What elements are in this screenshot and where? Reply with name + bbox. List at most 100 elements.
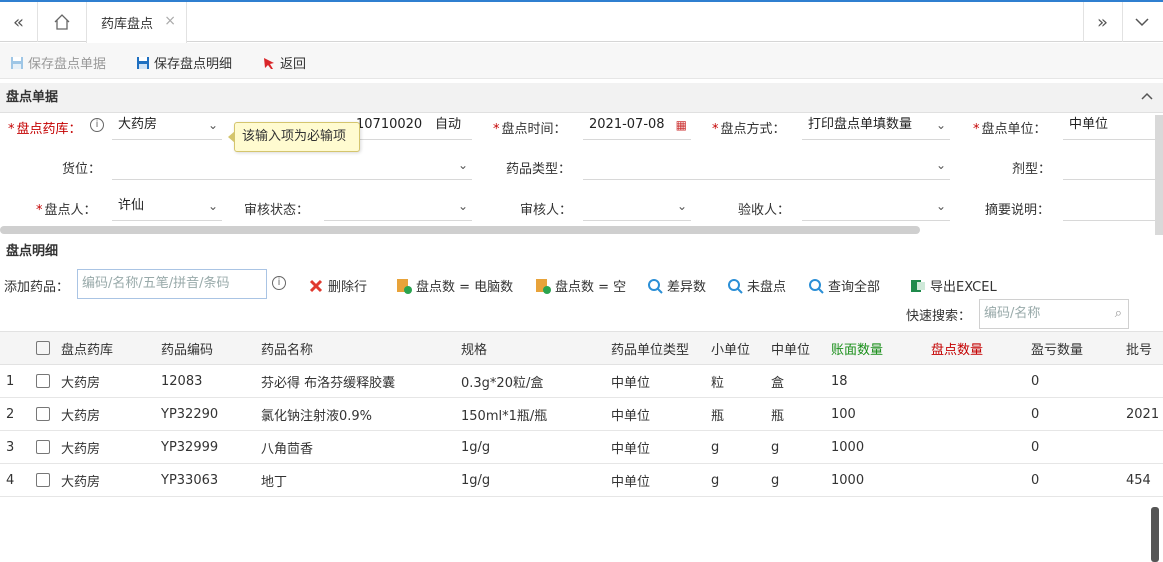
info-icon[interactable]: i <box>90 118 104 132</box>
table-row[interactable]: 4 大药房 YP33063 地丁 1g/g 中单位 g g 1000 0 454 <box>0 463 1163 497</box>
cell-mid-unit: 瓶 <box>765 397 825 431</box>
drug-type-label: 药品类型： <box>506 162 572 177</box>
cell-warehouse: 大药房 <box>55 397 155 431</box>
col-count-qty[interactable]: 盘点数量 <box>925 331 1025 365</box>
cell-count-qty[interactable] <box>925 430 1025 464</box>
receiver-select[interactable]: ⌄ <box>802 193 950 221</box>
collapse-chevron-up-icon[interactable] <box>1141 83 1153 113</box>
time-label: * 盘点时间： <box>493 122 567 137</box>
warehouse-label: * 盘点药库： <box>8 122 82 137</box>
cell-diff-qty: 0 <box>1025 397 1120 431</box>
back-button[interactable]: 返回 <box>262 53 306 72</box>
chevron-down-icon[interactable] <box>1123 2 1160 42</box>
col-warehouse[interactable]: 盘点药库 <box>55 331 155 365</box>
close-icon[interactable]: × <box>164 13 176 29</box>
person-value: 许仙 <box>118 198 145 213</box>
col-mid-unit[interactable]: 中单位 <box>765 331 825 365</box>
add-drug-input[interactable]: 编码/名称/五笔/拼音/条码 <box>77 269 267 299</box>
method-select[interactable]: 打印盘点单填数量 ⌄ <box>802 112 950 140</box>
info-icon[interactable]: i <box>272 276 286 290</box>
time-input[interactable]: 2021-07-08 ▦ <box>583 112 691 140</box>
table-row[interactable]: 3 大药房 YP32999 八角茴香 1g/g 中单位 g g 1000 0 <box>0 430 1163 464</box>
cell-count-qty[interactable] <box>925 397 1025 431</box>
unit-label: * 盘点单位： <box>973 122 1047 137</box>
warehouse-select[interactable]: 大药房 ⌄ <box>112 112 222 140</box>
auditor-select[interactable]: ⌄ <box>583 193 691 221</box>
method-label: * 盘点方式： <box>712 122 786 137</box>
bill-section-header: 盘点单据 <box>0 83 1163 113</box>
not-counted-button[interactable]: 未盘点 <box>727 276 786 295</box>
cell-count-qty[interactable] <box>925 463 1025 497</box>
person-select[interactable]: 许仙 ⌄ <box>112 193 222 221</box>
row-checkbox[interactable] <box>30 364 55 398</box>
search-icon[interactable]: ⌕ <box>1115 300 1122 328</box>
receiver-label: 验收人： <box>738 203 791 218</box>
cell-batch: 454 <box>1120 463 1163 497</box>
save-detail-button[interactable]: 保存盘点明细 <box>136 53 232 72</box>
horizontal-scrollbar[interactable] <box>0 226 920 234</box>
col-unit-type[interactable]: 药品单位类型 <box>605 331 705 365</box>
count-eq-empty-button[interactable]: 盘点数 = 空 <box>535 276 626 295</box>
save-bill-button[interactable]: 保存盘点单据 <box>10 53 106 72</box>
chevron-down-icon: ⌄ <box>676 199 687 213</box>
calc-add-icon <box>536 278 551 294</box>
home-icon[interactable] <box>43 2 80 42</box>
cell-mid-unit: 盒 <box>765 364 825 398</box>
scroll-right-double-chevron-icon[interactable]: » <box>1084 2 1121 42</box>
row-index: 4 <box>0 463 30 497</box>
cell-warehouse: 大药房 <box>55 364 155 398</box>
cell-batch <box>1120 430 1163 464</box>
main-toolbar: 保存盘点单据 保存盘点明细 返回 <box>0 43 1163 79</box>
page-scroll-thumb[interactable] <box>1151 507 1159 562</box>
export-excel-button[interactable]: 导出EXCEL <box>910 276 997 295</box>
bill-no-field[interactable]: 10710020 自动 <box>350 112 472 140</box>
delete-row-button[interactable]: 删除行 <box>308 276 367 295</box>
vertical-scrollbar[interactable] <box>1155 115 1163 235</box>
tab-label: 药库盘点 <box>101 17 154 32</box>
cell-book-qty: 1000 <box>825 463 925 497</box>
cell-spec: 1g/g <box>455 463 605 497</box>
required-tooltip: 该输入项为必输项 <box>228 122 360 152</box>
inventory-table: 盘点药库 药品编码 药品名称 规格 药品单位类型 小单位 中单位 账面数量 盘点… <box>0 331 1163 497</box>
table-row[interactable]: 2 大药房 YP32290 氯化钠注射液0.9% 150ml*1瓶/瓶 中单位 … <box>0 397 1163 431</box>
chevron-down-icon: ⌄ <box>207 199 218 213</box>
summary-input[interactable] <box>1063 193 1155 221</box>
cell-small-unit: 瓶 <box>705 397 765 431</box>
dosage-select[interactable] <box>1063 152 1155 180</box>
col-small-unit[interactable]: 小单位 <box>705 331 765 365</box>
cell-small-unit: g <box>705 463 765 497</box>
col-diff-qty[interactable]: 盈亏数量 <box>1025 331 1120 365</box>
unit-value: 中单位 <box>1069 117 1109 132</box>
diff-count-button[interactable]: 差异数 <box>647 276 706 295</box>
col-name[interactable]: 药品名称 <box>255 331 455 365</box>
col-batch[interactable]: 批号 <box>1120 331 1163 365</box>
col-code[interactable]: 药品编码 <box>155 331 255 365</box>
cell-code: YP32999 <box>155 430 255 464</box>
unit-select[interactable]: 中单位 <box>1063 112 1155 140</box>
cell-count-qty[interactable] <box>925 364 1025 398</box>
calendar-icon[interactable]: ▦ <box>676 112 687 138</box>
query-all-button[interactable]: 查询全部 <box>808 276 880 295</box>
dosage-label: 剂型： <box>1012 162 1052 177</box>
tab-inventory[interactable]: 药库盘点 × <box>86 2 187 43</box>
quick-search-input[interactable]: 编码/名称 ⌕ <box>979 299 1129 329</box>
save-bill-label: 保存盘点单据 <box>28 57 107 72</box>
diff-count-label: 差异数 <box>667 280 707 295</box>
col-book-qty[interactable]: 账面数量 <box>825 331 925 365</box>
person-label: * 盘点人： <box>36 203 97 218</box>
col-spec[interactable]: 规格 <box>455 331 605 365</box>
detail-section-header: 盘点明细 <box>0 237 1163 267</box>
count-eq-computer-button[interactable]: 盘点数 = 电脑数 <box>396 276 513 295</box>
save-icon <box>137 56 149 69</box>
location-select[interactable]: ⌄ <box>112 152 472 180</box>
scroll-left-double-chevron-icon[interactable]: « <box>0 2 37 42</box>
chevron-down-icon: ⌄ <box>935 158 946 172</box>
select-all-checkbox[interactable] <box>30 331 55 365</box>
drug-type-select[interactable]: ⌄ <box>583 152 950 180</box>
table-row[interactable]: 1 大药房 12083 芬必得 布洛芬缓释胶囊 0.3g*20粒/盒 中单位 粒… <box>0 364 1163 398</box>
row-checkbox[interactable] <box>30 397 55 431</box>
cell-code: 12083 <box>155 364 255 398</box>
audit-status-select[interactable]: ⌄ <box>324 193 472 221</box>
row-checkbox[interactable] <box>30 463 55 497</box>
row-checkbox[interactable] <box>30 430 55 464</box>
